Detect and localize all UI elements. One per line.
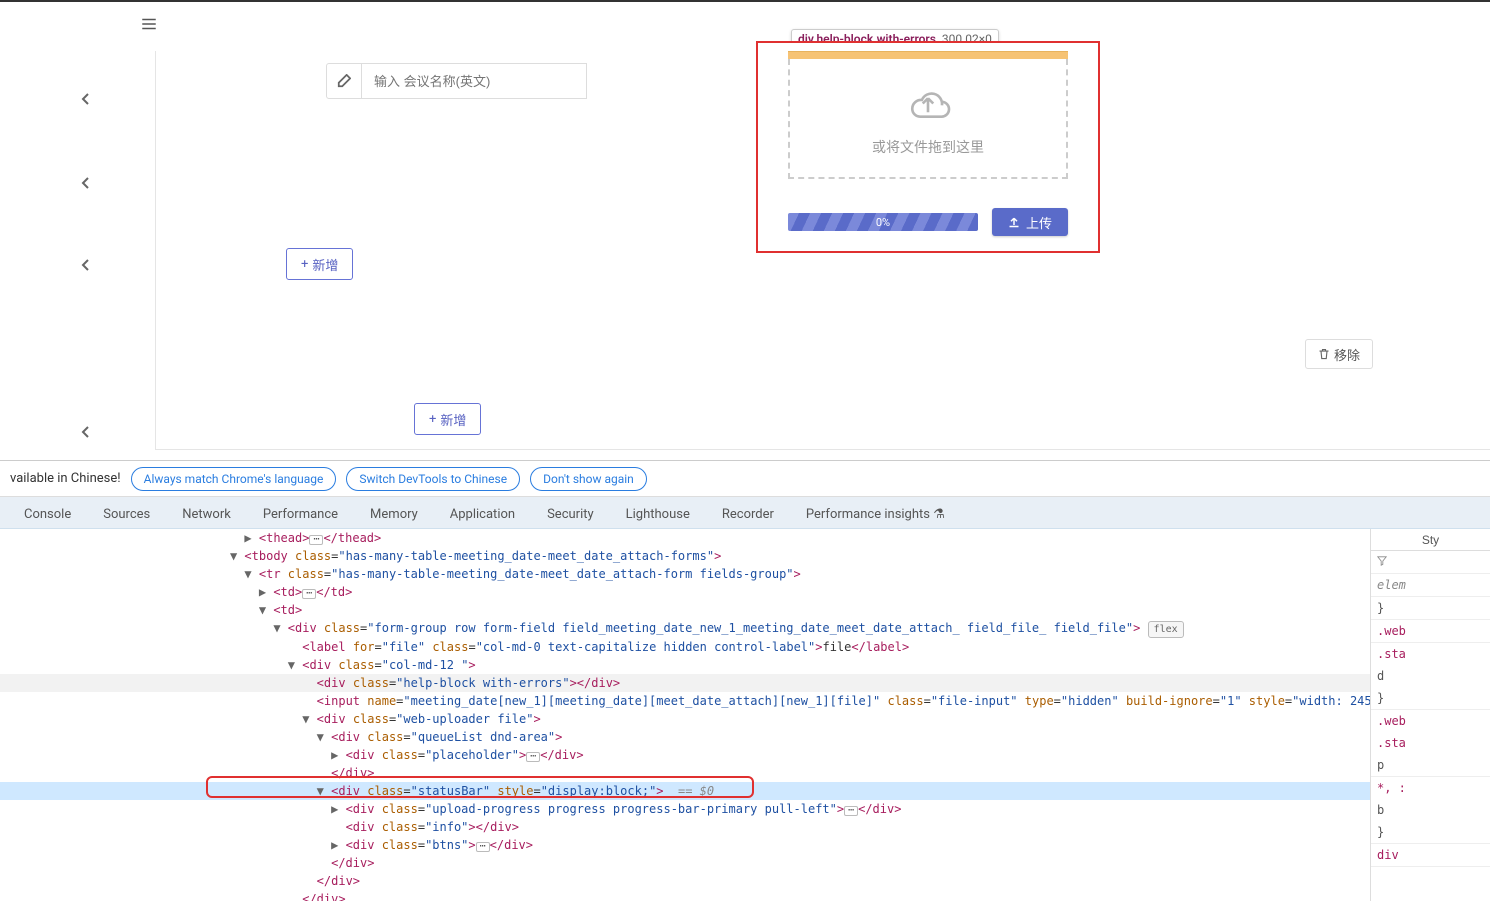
styles-row: div [1371,844,1490,867]
tab-performance-insights[interactable]: Performance insights ⚗ [804,501,947,528]
styles-row: } [1371,687,1490,710]
switch-language-button[interactable]: Switch DevTools to Chinese [346,467,520,491]
content-area: div.help-block.with-errors 300.02×0 或将文件… [155,51,1490,450]
add-button[interactable]: + 新增 [286,248,353,280]
styles-row: *, : [1371,777,1490,799]
tab-performance[interactable]: Performance [261,501,340,528]
dom-line[interactable]: ▶ <div class="placeholder">⋯</div> [0,746,1490,764]
dom-line[interactable]: <label for="file" class="col-md-0 text-c… [0,638,1490,656]
devtools-tabs: Console Sources Network Performance Memo… [0,497,1490,529]
cloud-upload-icon [900,79,956,125]
tab-console[interactable]: Console [22,501,73,528]
remove-button-label: 移除 [1334,345,1360,364]
tab-recorder[interactable]: Recorder [720,501,776,528]
dom-line[interactable]: ▶ <thead>⋯</thead> [0,529,1490,547]
add-button-label: 新增 [440,410,466,429]
tab-memory[interactable]: Memory [368,501,420,528]
dont-show-again-button[interactable]: Don't show again [530,467,647,491]
upload-box: 或将文件拖到这里 0% 上传 [756,41,1100,253]
add-button-label: 新增 [312,255,338,274]
plus-icon: + [429,412,436,427]
styles-row: b [1371,799,1490,821]
styles-row: .sta [1371,643,1490,665]
dom-line[interactable]: ▶ <div class="btns">⋯</div> [0,836,1490,854]
topbar [0,0,1490,50]
styles-filter[interactable] [1371,551,1490,574]
dom-line[interactable]: ▼ <div class="queueList dnd-area"> [0,728,1490,746]
add-button-2[interactable]: + 新增 [414,403,481,435]
styles-row: .web [1371,710,1490,732]
upload-progress: 0% [788,213,978,231]
styles-row: elem [1371,574,1490,597]
dom-line[interactable]: ▼ <tbody class="has-many-table-meeting_d… [0,547,1490,565]
annotation-box [206,776,754,798]
styles-row: d [1371,665,1490,687]
dom-line[interactable]: <input name="meeting_date[new_1][meeting… [0,692,1490,710]
upload-button-label: 上传 [1026,213,1052,232]
upload-button[interactable]: 上传 [992,208,1068,236]
dom-line[interactable]: ▼ <td> [0,601,1490,619]
tab-lighthouse[interactable]: Lighthouse [624,501,692,528]
styles-row: } [1371,597,1490,620]
dom-line[interactable]: </div> [0,854,1490,872]
dom-line[interactable]: ▶ <div class="upload-progress progress p… [0,800,1490,818]
tab-security[interactable]: Security [545,501,596,528]
dom-line[interactable]: ▶ <td>⋯</td> [0,583,1490,601]
dom-line[interactable]: ▼ <div class="web-uploader file"> [0,710,1490,728]
chevron-left-icon[interactable] [80,93,92,109]
dom-line[interactable]: <div class="help-block with-errors"></di… [0,674,1490,692]
tab-sources[interactable]: Sources [101,501,152,528]
dom-line[interactable]: ▼ <tr class="has-many-table-meeting_date… [0,565,1490,583]
left-side [80,51,120,450]
plus-icon: + [301,257,308,272]
dom-line[interactable]: <div class="info"></div> [0,818,1490,836]
chevron-left-icon[interactable] [80,177,92,193]
match-language-button[interactable]: Always match Chrome's language [131,467,337,491]
styles-tab[interactable]: Sty [1371,529,1490,551]
dom-line[interactable]: </div> [0,890,1490,901]
remove-button[interactable]: 移除 [1305,339,1373,369]
hamburger-icon[interactable] [140,15,158,37]
dom-line[interactable]: </div> [0,872,1490,890]
dom-wrap: ▶ <thead>⋯</thead> ▼ <tbody class="has-m… [0,529,1490,901]
styles-row: } [1371,821,1490,844]
elements-pane[interactable]: ▶ <thead>⋯</thead> ▼ <tbody class="has-m… [0,529,1490,901]
chevron-left-icon[interactable] [80,259,92,275]
language-banner: vailable in Chinese! Always match Chrome… [0,461,1490,497]
edit-icon [326,63,362,99]
meeting-name-input[interactable] [362,63,587,99]
devtools: vailable in Chinese! Always match Chrome… [0,460,1490,901]
drop-text: 或将文件拖到这里 [872,137,984,157]
banner-text: vailable in Chinese! [10,471,121,486]
styles-row: .sta [1371,732,1490,754]
tab-network[interactable]: Network [180,501,233,528]
styles-row: p [1371,754,1490,777]
meeting-name-group [326,63,587,99]
dom-line[interactable]: ▼ <div class="col-md-12 "> [0,656,1490,674]
file-drop-area[interactable]: 或将文件拖到这里 [788,59,1068,179]
dom-line[interactable]: ▼ <div class="form-group row form-field … [0,619,1490,638]
styles-pane[interactable]: Sty elem } .web .sta d } .web .sta p *, … [1370,529,1490,901]
upload-highlight-strip [788,51,1068,59]
tab-application[interactable]: Application [448,501,517,528]
app-main: div.help-block.with-errors 300.02×0 或将文件… [0,50,1490,450]
styles-row: .web [1371,620,1490,643]
chevron-left-icon[interactable] [80,426,92,442]
